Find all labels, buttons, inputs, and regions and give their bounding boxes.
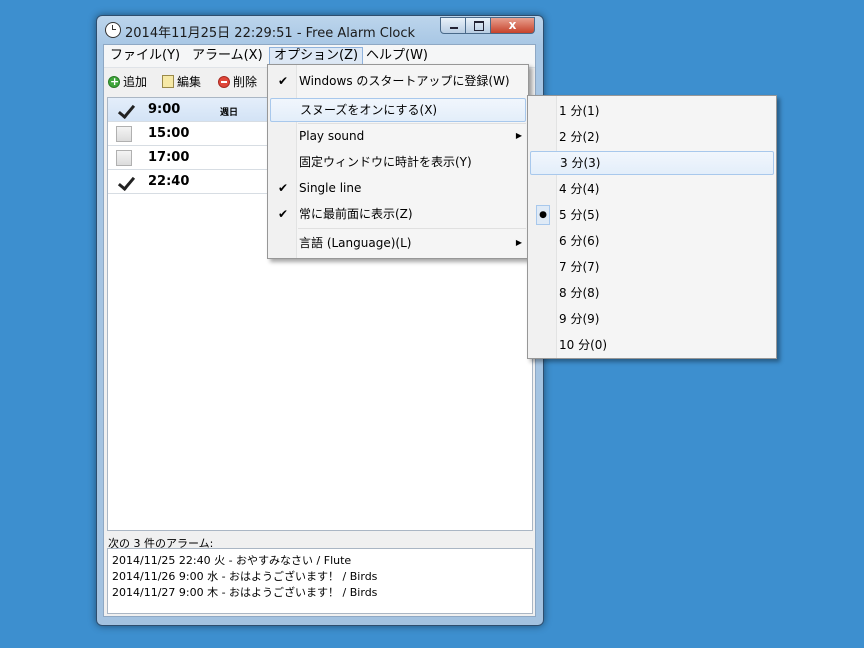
snooze-option[interactable]: 6 分(6) [530, 229, 774, 253]
snooze-submenu: 1 分(1) 2 分(2) 3 分(3) 4 分(4) ● 5 分(5) 6 分… [527, 95, 777, 359]
next-alarms-list: 2014/11/25 22:40 火 - おやすみなさい / Flute 201… [107, 548, 533, 614]
maximize-button[interactable] [466, 17, 491, 34]
submenu-arrow-icon: ▶ [515, 131, 522, 140]
alarm-row[interactable]: 9:00 週日 [108, 98, 268, 122]
alarm-enabled-checkbox[interactable] [116, 126, 132, 142]
alarm-time: 15:00 [148, 126, 190, 141]
alarm-row[interactable]: 15:00 [108, 122, 268, 146]
snooze-option-label: 8 分(8) [559, 286, 600, 300]
minimize-button[interactable] [440, 17, 466, 34]
snooze-option-label: 7 分(7) [559, 260, 600, 274]
add-button[interactable]: 追加 [108, 73, 147, 91]
menu-item-language[interactable]: 言語 (Language)(L) ▶ [270, 231, 526, 255]
next-alarm-item: 2014/11/27 9:00 木 - おはようございます！ / Birds [112, 586, 378, 599]
snooze-option-label: 10 分(0) [559, 338, 608, 352]
snooze-option-label: 5 分(5) [559, 208, 600, 222]
menu-item-always-on-top[interactable]: ✔ 常に最前面に表示(Z) [270, 202, 526, 226]
check-icon: ✔ [277, 207, 289, 221]
alarm-enabled-checkbox[interactable] [116, 150, 132, 166]
menu-item-play-sound[interactable]: Play sound ▶ [270, 124, 526, 148]
minimize-icon [450, 27, 458, 29]
next-alarm-item: 2014/11/26 9:00 水 - おはようございます！ / Birds [112, 570, 378, 583]
alarm-time: 17:00 [148, 150, 190, 165]
menu-item-label: スヌーズをオンにする(X) [300, 103, 438, 117]
edit-button[interactable]: 編集 [162, 73, 201, 91]
menu-item-label: 常に最前面に表示(Z) [299, 207, 413, 221]
alarm-row[interactable]: 22:40 [108, 170, 268, 194]
delete-label: 削除 [233, 75, 258, 89]
snooze-option[interactable]: ● 5 分(5) [530, 203, 774, 227]
check-icon: ✔ [277, 181, 289, 195]
snooze-option-label: 3 分(3) [560, 156, 601, 170]
menu-item-snooze[interactable]: スヌーズをオンにする(X) [270, 98, 526, 122]
title-bar[interactable]: 2014年11月25日 22:29:51 - Free Alarm Clock … [97, 16, 543, 44]
snooze-option[interactable]: 10 分(0) [530, 333, 774, 357]
snooze-option-label: 4 分(4) [559, 182, 600, 196]
snooze-option[interactable]: 7 分(7) [530, 255, 774, 279]
snooze-option[interactable]: 9 分(9) [530, 307, 774, 331]
menu-item-startup[interactable]: ✔ Windows のスタートアップに登録(W) [270, 69, 526, 93]
menu-separator [298, 228, 526, 229]
snooze-option-label: 6 分(6) [559, 234, 600, 248]
delete-button[interactable]: 削除 [218, 73, 257, 91]
alarm-row[interactable]: 17:00 [108, 146, 268, 170]
next-alarm-item: 2014/11/25 22:40 火 - おやすみなさい / Flute [112, 554, 352, 567]
clock-icon[interactable] [105, 22, 121, 38]
add-icon [108, 73, 120, 91]
window-controls: x [440, 17, 535, 34]
menu-item-label: Windows のスタートアップに登録(W) [299, 74, 510, 88]
edit-label: 編集 [177, 75, 202, 89]
snooze-option[interactable]: 8 分(8) [530, 281, 774, 305]
alarm-enabled-checkbox[interactable] [116, 174, 132, 190]
window-title: 2014年11月25日 22:29:51 - Free Alarm Clock [125, 26, 416, 41]
menu-options[interactable]: オプション(Z) [269, 47, 364, 65]
menu-alarm[interactable]: アラーム(X) [188, 47, 267, 65]
close-button[interactable]: x [491, 17, 535, 34]
menu-item-fixed-window-clock[interactable]: 固定ウィンドウに時計を表示(Y) [270, 150, 526, 174]
bullet-icon: ● [536, 205, 550, 225]
snooze-option[interactable]: 4 分(4) [530, 177, 774, 201]
menu-item-label: 固定ウィンドウに時計を表示(Y) [299, 155, 472, 169]
menu-item-label: 言語 (Language)(L) [299, 236, 412, 250]
menu-item-label: Single line [299, 181, 362, 195]
snooze-option-label: 1 分(1) [559, 104, 600, 118]
snooze-option[interactable]: 3 分(3) [530, 151, 774, 175]
delete-icon [218, 76, 230, 88]
options-menu: ✔ Windows のスタートアップに登録(W) スヌーズをオンにする(X) P… [267, 64, 529, 259]
alarm-repeat: 週日 [220, 108, 239, 118]
edit-icon [162, 75, 174, 88]
menu-item-label: Play sound [299, 129, 365, 143]
add-label: 追加 [123, 75, 148, 89]
submenu-arrow-icon: ▶ [515, 238, 522, 247]
alarm-enabled-checkbox[interactable] [116, 102, 132, 118]
alarm-time: 22:40 [148, 174, 190, 189]
snooze-option-label: 2 分(2) [559, 130, 600, 144]
menu-help[interactable]: ヘルプ(W) [362, 47, 432, 65]
snooze-option[interactable]: 1 分(1) [530, 99, 774, 123]
snooze-option[interactable]: 2 分(2) [530, 125, 774, 149]
alarm-time: 9:00 [148, 102, 181, 117]
snooze-option-label: 9 分(9) [559, 312, 600, 326]
menu-item-single-line[interactable]: ✔ Single line [270, 176, 526, 200]
maximize-icon [474, 21, 484, 31]
check-icon: ✔ [277, 74, 289, 88]
close-icon: x [508, 18, 517, 32]
menu-file[interactable]: ファイル(Y) [106, 47, 184, 65]
